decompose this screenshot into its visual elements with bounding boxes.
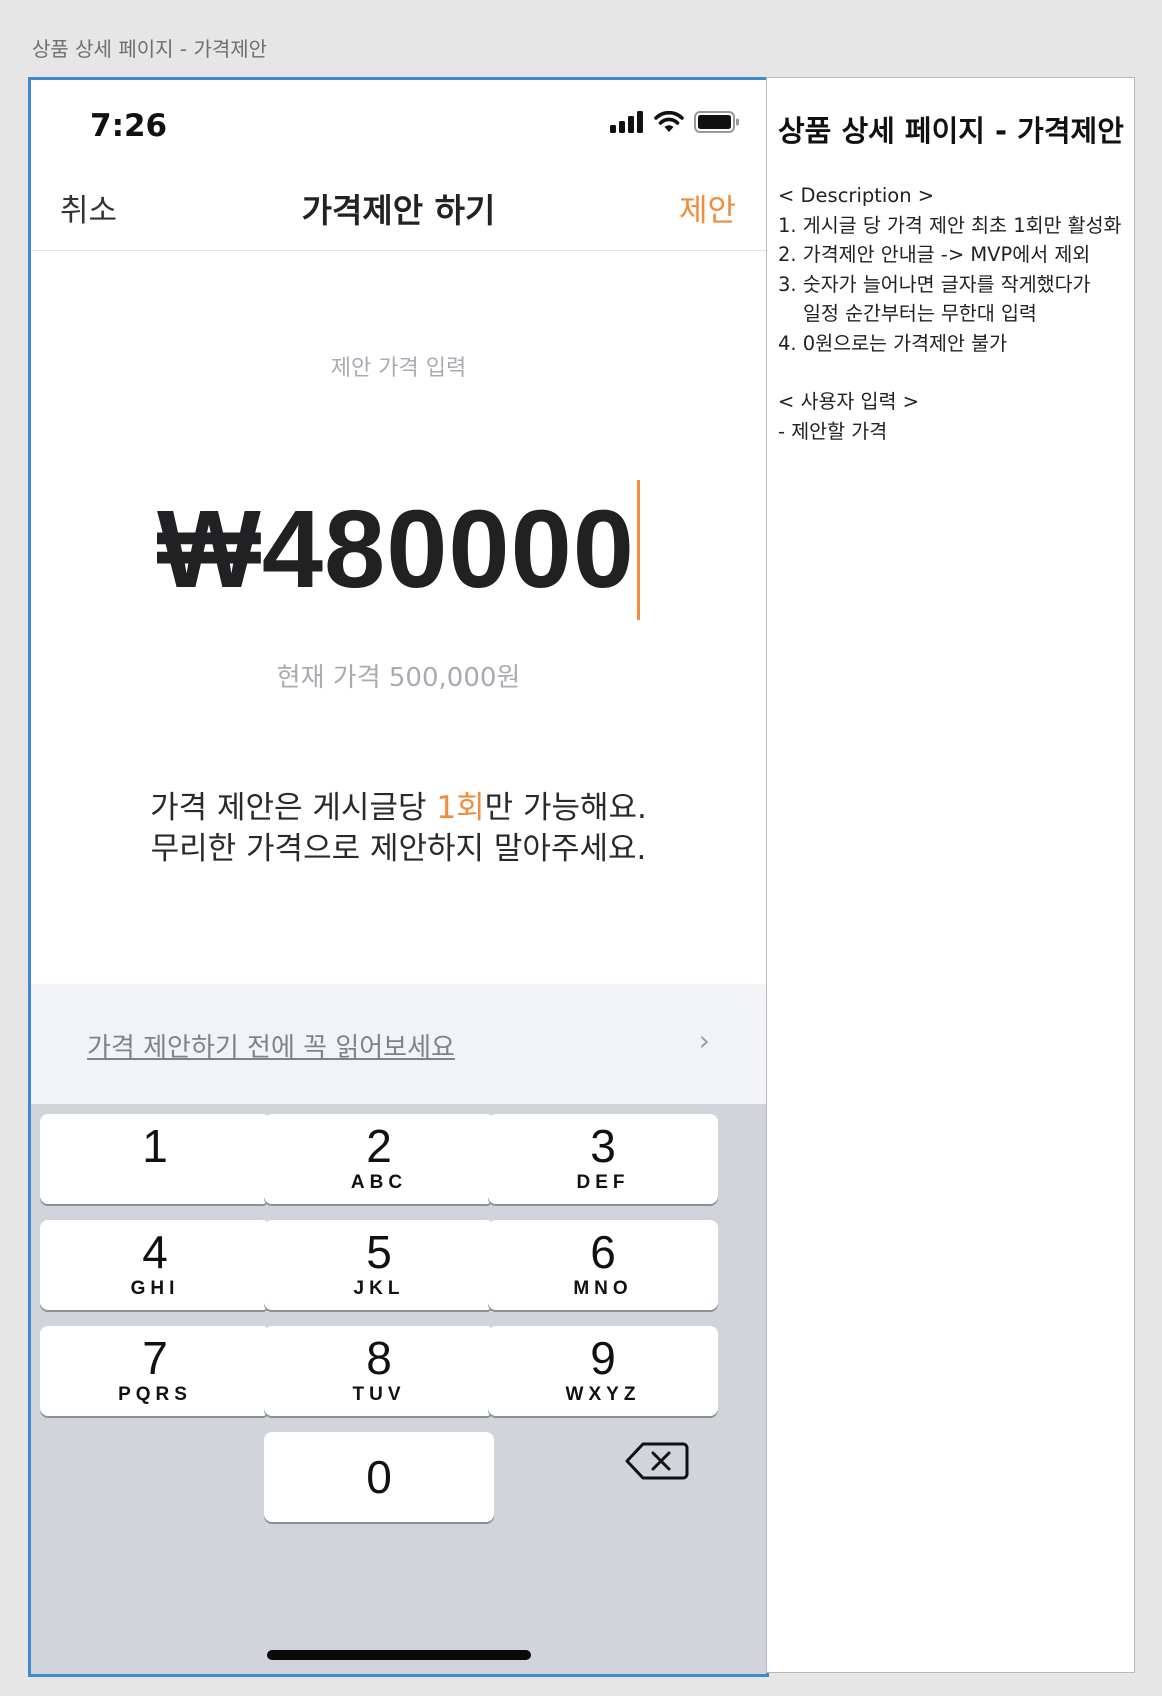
key-8[interactable]: 8 TUV bbox=[264, 1326, 494, 1416]
cellular-signal-icon bbox=[610, 111, 643, 133]
description-item: 3. 숫자가 늘어나면 글자를 작게했다가 bbox=[778, 272, 1091, 296]
key-digit: 0 bbox=[366, 1451, 392, 1503]
key-6[interactable]: 6 MNO bbox=[488, 1220, 718, 1310]
price-input-label: 제안 가격 입력 bbox=[330, 356, 467, 381]
notice-line-1: 가격 제안은 게시글당 1회만 가능해요. bbox=[31, 788, 766, 829]
backspace-icon[interactable] bbox=[621, 1436, 691, 1486]
key-letters: ABC bbox=[350, 1172, 408, 1193]
key-letters: JKL bbox=[353, 1278, 405, 1299]
key-9[interactable]: 9 WXYZ bbox=[488, 1326, 718, 1416]
price-input-value[interactable]: ₩480000 bbox=[157, 480, 640, 620]
key-digit: 8 bbox=[366, 1332, 392, 1384]
key-letters: PQRS bbox=[118, 1384, 192, 1405]
key-3[interactable]: 3 DEF bbox=[488, 1114, 718, 1204]
navigation-bar: 취소 가격제안 하기 제안 bbox=[31, 165, 766, 251]
key-digit: 9 bbox=[590, 1332, 616, 1384]
guide-banner[interactable]: 가격 제안하기 전에 꼭 읽어보세요 › bbox=[31, 984, 766, 1104]
user-input-heading: < 사용자 입력 > bbox=[778, 390, 919, 413]
description-panel: 상품 상세 페이지 - 가격제안 < Description > 1. 게시글 … bbox=[766, 77, 1135, 1673]
key-4[interactable]: 4 GHI bbox=[40, 1220, 270, 1310]
numeric-keypad: 1 2 ABC 3 DEF 4 GHI 5 JKL 6 MNO 7 PQRS 8 bbox=[31, 1104, 766, 1674]
key-7[interactable]: 7 PQRS bbox=[40, 1326, 270, 1416]
key-letters: DEF bbox=[576, 1172, 630, 1193]
key-0[interactable]: 0 bbox=[264, 1432, 494, 1522]
description-title: 상품 상세 페이지 - 가격제안 bbox=[778, 114, 1124, 148]
current-price: 현재 가격 500,000원 bbox=[276, 663, 521, 693]
status-icons bbox=[610, 111, 740, 133]
key-digit: 4 bbox=[142, 1226, 168, 1278]
description-body: < Description > 1. 게시글 당 가격 제안 최초 1회만 활성… bbox=[778, 181, 1130, 446]
key-digit: 7 bbox=[142, 1332, 168, 1384]
key-digit: 3 bbox=[590, 1120, 616, 1172]
notice-accent: 1회 bbox=[436, 790, 485, 826]
guide-link[interactable]: 가격 제안하기 전에 꼭 읽어보세요 bbox=[87, 1027, 455, 1064]
battery-icon bbox=[694, 111, 739, 133]
notice-text: 가격 제안은 게시글당 bbox=[150, 790, 437, 826]
key-letters: TUV bbox=[352, 1384, 406, 1405]
description-item: 일정 순간부터는 무한대 입력 bbox=[803, 302, 1037, 325]
home-indicator bbox=[267, 1650, 531, 1660]
phone-screen: 7:26 취소 가격제안 하기 제안 제안 가격 입력 ₩480000 현재 가… bbox=[28, 77, 769, 1677]
page-title: 가격제안 하기 bbox=[301, 191, 496, 230]
description-item: 2. 가격제안 안내글 -> MVP에서 제외 bbox=[778, 243, 1091, 266]
key-digit: 5 bbox=[366, 1226, 392, 1278]
notice-text: 만 가능해요. bbox=[484, 790, 647, 826]
key-5[interactable]: 5 JKL bbox=[264, 1220, 494, 1310]
chevron-right-icon: › bbox=[698, 1024, 710, 1057]
key-digit: 1 bbox=[142, 1120, 168, 1172]
user-input-item: - 제안할 가격 bbox=[778, 419, 888, 443]
key-letters: GHI bbox=[130, 1278, 180, 1299]
key-letters: WXYZ bbox=[565, 1384, 641, 1405]
description-item: 1. 게시글 당 가격 제안 최초 1회만 활성화 bbox=[778, 213, 1122, 237]
frame-title: 상품 상세 페이지 - 가격제안 bbox=[32, 37, 268, 61]
key-digit: 6 bbox=[590, 1226, 616, 1278]
description-heading: < Description > bbox=[778, 184, 935, 207]
key-letters: MNO bbox=[573, 1278, 633, 1299]
status-bar: 7:26 bbox=[31, 80, 766, 160]
key-digit: 2 bbox=[366, 1120, 392, 1172]
offer-notice: 가격 제안은 게시글당 1회만 가능해요. 무리한 가격으로 제안하지 말아주세… bbox=[31, 788, 766, 870]
price-input-field[interactable]: ₩480000 bbox=[31, 480, 766, 620]
description-item: 4. 0원으로는 가격제안 불가 bbox=[778, 331, 1008, 355]
key-2[interactable]: 2 ABC bbox=[264, 1114, 494, 1204]
submit-offer-button[interactable]: 제안 bbox=[679, 185, 736, 230]
status-time: 7:26 bbox=[90, 108, 168, 144]
key-1[interactable]: 1 bbox=[40, 1114, 270, 1204]
notice-line-2: 무리한 가격으로 제안하지 말아주세요. bbox=[150, 831, 647, 867]
wifi-icon bbox=[654, 111, 684, 132]
